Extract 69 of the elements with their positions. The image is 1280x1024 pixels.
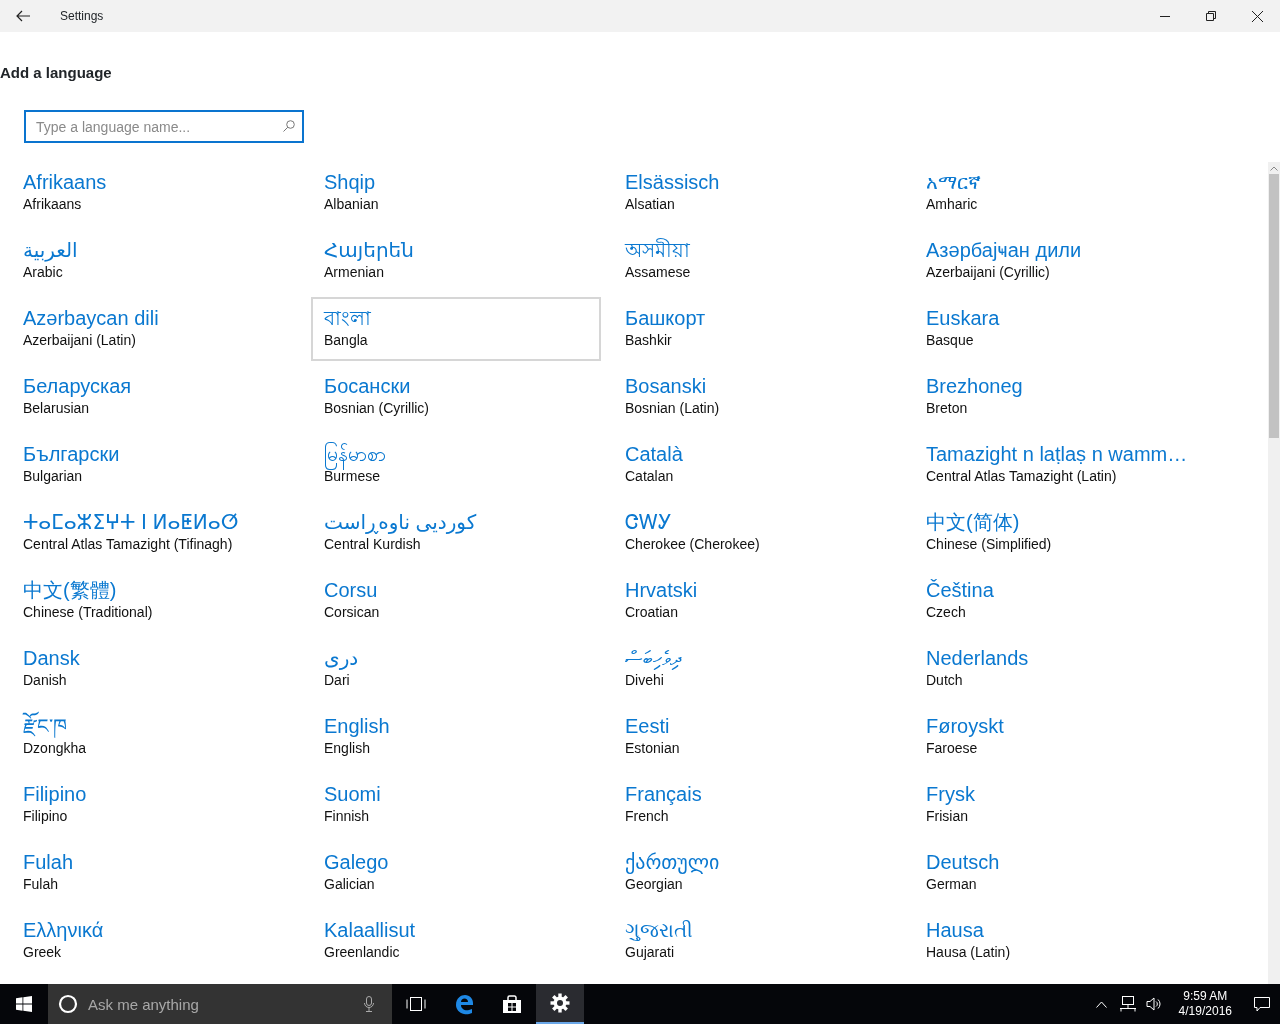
shopping-bag-icon: [502, 994, 522, 1014]
search-icon[interactable]: [283, 120, 295, 132]
scrollbar-thumb[interactable]: [1269, 174, 1279, 438]
clock-date[interactable]: 4/19/2016: [1178, 1004, 1232, 1019]
language-item[interactable]: অসমীয়া Assamese: [612, 229, 902, 293]
language-item[interactable]: ⵜⴰⵎⴰⵣⵉⵖⵜ ⵏ ⵍⴰⵟⵍⴰⵚ Central Atlas Tamazight (Tifinagh): [10, 501, 300, 565]
scrollbar-track[interactable]: [1268, 162, 1280, 984]
language-item[interactable]: Tamazight n laṭlaṣ n wamm… Central Atlas Tamazight (Latin): [913, 433, 1203, 497]
language-item[interactable]: Eesti Estonian: [612, 705, 902, 769]
close-icon: [1251, 10, 1263, 22]
notification-icon[interactable]: [1254, 996, 1270, 1012]
network-icon[interactable]: [1118, 996, 1137, 1012]
language-item[interactable]: Беларуская Belarusian: [10, 365, 300, 429]
language-item[interactable]: Frysk Frisian: [913, 773, 1203, 837]
language-item[interactable]: Elsässisch Alsatian: [612, 161, 902, 225]
circle-icon: [58, 994, 78, 1014]
language-item[interactable]: Čeština Czech: [913, 569, 1203, 633]
rectangle-icon: [406, 997, 426, 1011]
back-arrow-icon: [16, 10, 30, 22]
language-item[interactable]: English English: [311, 705, 601, 769]
clock-time[interactable]: 9:59 AM: [1178, 989, 1232, 1004]
language-item[interactable]: Brezhoneg Breton: [913, 365, 1203, 429]
language-item[interactable]: Башкорт Bashkir: [612, 297, 902, 361]
language-item[interactable]: Kalaallisut Greenlandic: [311, 909, 601, 973]
language-item[interactable]: ქართული Georgian: [612, 841, 902, 905]
window-title: Settings: [60, 8, 104, 25]
chevron-up-icon[interactable]: [1096, 1000, 1108, 1008]
language-item[interactable]: Deutsch German: [913, 841, 1203, 905]
language-item[interactable]: Fulah Fulah: [10, 841, 300, 905]
language-item[interactable]: Corsu Corsican: [311, 569, 601, 633]
language-item[interactable]: Dansk Danish: [10, 637, 300, 701]
language-item[interactable]: Bosanski Bosnian (Latin): [612, 365, 902, 429]
language-item[interactable]: Català Catalan: [612, 433, 902, 497]
page-heading: Add a language: [0, 63, 113, 83]
search-field[interactable]: Type a language name...: [24, 110, 304, 143]
language-item[interactable]: বাংলা Bangla: [311, 297, 601, 361]
settings-button[interactable]: [536, 984, 584, 1024]
language-item[interactable]: Filipino Filipino: [10, 773, 300, 837]
language-item[interactable]: Hausa Hausa (Latin): [913, 909, 1203, 973]
language-item[interactable]: Հայերեն Armenian: [311, 229, 601, 293]
restore-icon: [1206, 11, 1216, 21]
language-item[interactable]: Nederlands Dutch: [913, 637, 1203, 701]
microphone-icon[interactable]: [364, 996, 374, 1012]
language-item[interactable]: မြန်မာစာ Burmese: [311, 433, 601, 497]
scroll-up-icon[interactable]: [1270, 166, 1278, 171]
windows-logo-icon: [16, 996, 32, 1012]
language-item[interactable]: ગુજરાતી Gujarati: [612, 909, 902, 973]
language-item[interactable]: Français French: [612, 773, 902, 837]
language-item[interactable]: Euskara Basque: [913, 297, 1203, 361]
language-item[interactable]: Suomi Finnish: [311, 773, 601, 837]
language-item[interactable]: Български Bulgarian: [10, 433, 300, 497]
language-item[interactable]: Føroyskt Faroese: [913, 705, 1203, 769]
language-item[interactable]: Азәрбајҹан дили Azerbaijani (Cyrillic): [913, 229, 1203, 293]
language-item[interactable]: Ελληνικά Greek: [10, 909, 300, 973]
speaker-icon[interactable]: [1145, 997, 1162, 1011]
taskbar-search-field[interactable]: Ask me anything: [48, 984, 392, 1024]
language-item[interactable]: 中文(简体) Chinese (Simplified): [913, 501, 1203, 565]
language-item[interactable]: Босански Bosnian (Cyrillic): [311, 365, 601, 429]
language-item[interactable]: 中文(繁體) Chinese (Traditional): [10, 569, 300, 633]
gear-icon: [550, 993, 570, 1013]
language-item[interactable]: Azərbaycan dili Azerbaijani (Latin): [10, 297, 300, 361]
language-item[interactable]: རྫོང་ཁ Dzongkha: [10, 705, 300, 769]
language-item[interactable]: Shqip Albanian: [311, 161, 601, 225]
language-item[interactable]: Galego Galician: [311, 841, 601, 905]
language-item[interactable]: Afrikaans Afrikaans: [10, 161, 300, 225]
language-item[interactable]: አማርኛ Amharic: [913, 161, 1203, 225]
language-item[interactable]: ᏣᎳᎩ Cherokee (Cherokee): [612, 501, 902, 565]
letter-e-icon: [453, 993, 475, 1015]
language-item[interactable]: Hrvatski Croatian: [612, 569, 902, 633]
